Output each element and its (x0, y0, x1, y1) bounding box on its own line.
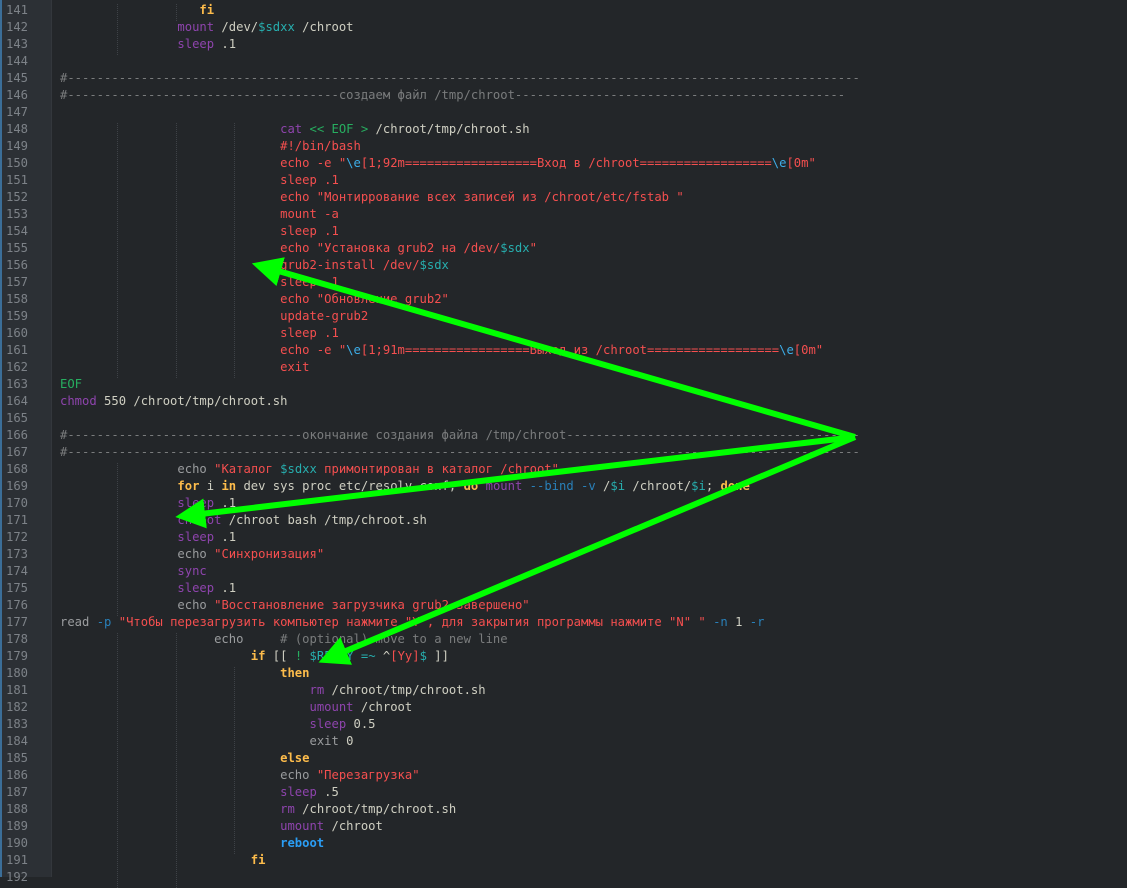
arrow-to-line-156 (251, 257, 856, 440)
annotation-arrows (175, 257, 857, 665)
